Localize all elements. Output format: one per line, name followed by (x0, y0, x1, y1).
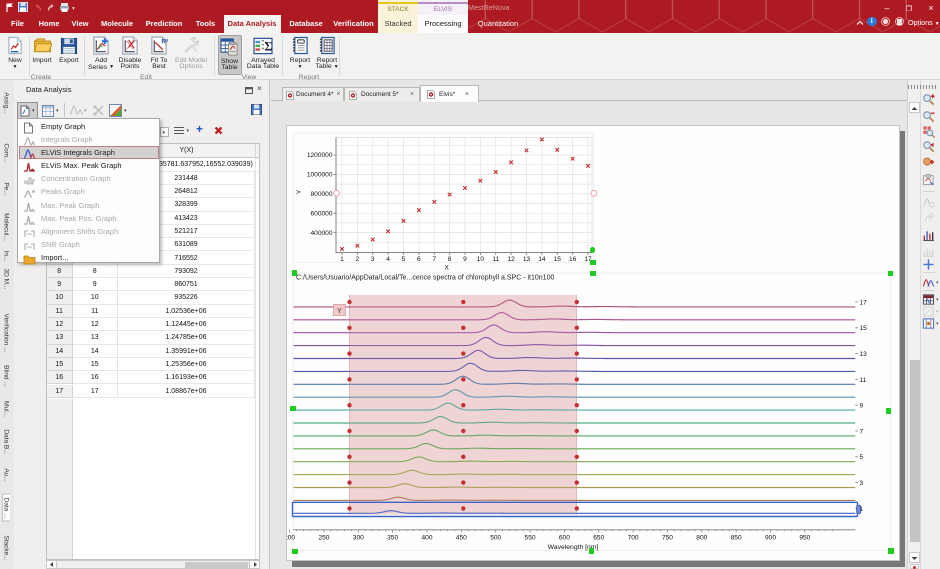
svg-text:7: 7 (432, 256, 436, 263)
svg-text:15: 15 (554, 256, 562, 263)
svg-text:5: 5 (402, 256, 406, 263)
svg-text:800: 800 (696, 535, 707, 542)
svg-text:400: 400 (421, 535, 432, 542)
svg-text:650: 650 (593, 535, 604, 542)
svg-text:1: 1 (340, 256, 344, 263)
svg-text:11: 11 (860, 377, 867, 384)
svg-text:400000: 400000 (310, 230, 332, 237)
svg-text:12: 12 (507, 256, 515, 263)
svg-text:9: 9 (860, 403, 864, 410)
svg-text:7: 7 (860, 428, 864, 435)
svg-text:6: 6 (417, 256, 421, 263)
svg-text:350: 350 (387, 535, 398, 542)
svg-text:800000: 800000 (310, 191, 332, 198)
svg-text:8: 8 (448, 256, 452, 263)
svg-text:200: 200 (284, 535, 295, 542)
svg-text:15: 15 (860, 325, 868, 332)
svg-text:750: 750 (662, 535, 673, 542)
svg-text:Y: Y (337, 308, 342, 315)
svg-text:450: 450 (456, 535, 467, 542)
svg-text:600000: 600000 (310, 210, 332, 217)
svg-text:300: 300 (353, 535, 364, 542)
svg-text:550: 550 (525, 535, 536, 542)
svg-text:250: 250 (318, 535, 329, 542)
svg-text:Y: Y (296, 189, 303, 194)
svg-text:3: 3 (860, 480, 864, 487)
svg-text:900: 900 (765, 535, 776, 542)
svg-text:13: 13 (860, 351, 868, 358)
svg-text:950: 950 (799, 535, 810, 542)
svg-text:1000000: 1000000 (307, 172, 333, 179)
svg-text:C:/Users/Usuario/AppData/Local: C:/Users/Usuario/AppData/Local/Te...cenc… (296, 275, 554, 282)
svg-text:10: 10 (477, 256, 485, 263)
svg-text:3: 3 (371, 256, 375, 263)
svg-text:600: 600 (559, 535, 570, 542)
svg-text:1200000: 1200000 (307, 152, 333, 159)
svg-text:16: 16 (569, 256, 577, 263)
svg-text:2: 2 (356, 256, 360, 263)
svg-text:X: X (444, 265, 449, 272)
svg-text:700: 700 (628, 535, 639, 542)
svg-text:4: 4 (386, 256, 390, 263)
svg-text:850: 850 (731, 535, 742, 542)
svg-text:11: 11 (492, 256, 499, 263)
svg-text:5: 5 (860, 454, 864, 461)
svg-text:500: 500 (490, 535, 501, 542)
svg-text:9: 9 (463, 256, 467, 263)
svg-text:13: 13 (523, 256, 531, 263)
svg-text:17: 17 (860, 299, 868, 306)
svg-text:14: 14 (538, 256, 546, 263)
